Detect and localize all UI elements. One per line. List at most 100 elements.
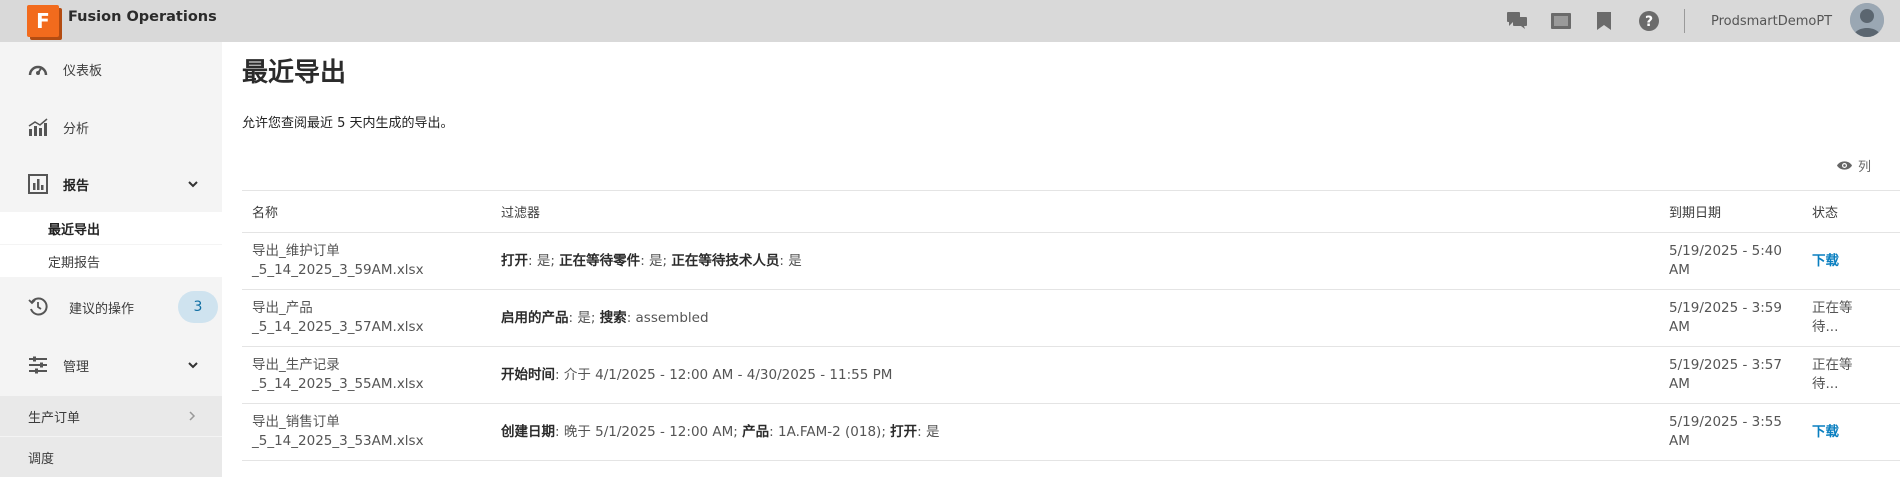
sidebar-subitem-production-orders[interactable]: 生产订单 [0,396,222,436]
card-icon[interactable] [1550,10,1572,32]
column-header-filters[interactable]: 过滤器 [491,190,1659,233]
filter-key: 开始时间 [501,366,555,383]
filter-key: 正在等待零件 [559,252,641,269]
columns-button-label: 列 [1858,160,1872,175]
suggested-actions-count-badge: 3 [178,291,218,323]
export-name-cell: 导出_生产记录 _5_14_2025_3_55AM.xlsx [242,346,491,404]
status-cell: 下载 [1802,403,1900,461]
export-name-line: _5_14_2025_3_53AM.xlsx [252,433,424,449]
sidebar-subitem-label: 调度 [28,451,55,467]
sidebar-item-label: 建议的操作 [69,301,135,317]
column-header-name[interactable]: 名称 [242,190,491,233]
due-date-line: 5/19/2025 - 3:57 [1669,357,1782,373]
history-icon [27,296,49,318]
due-date-cell: 5/19/2025 - 5:40 AM [1659,232,1802,290]
app-logo[interactable]: F [27,5,59,37]
toolbar-divider [1684,9,1685,33]
status-cell: 正在等待... [1802,346,1900,404]
table-row: 导出_维护订单 _5_14_2025_3_59AM.xlsx 打开: 是; 正在… [242,232,1900,290]
status-pending-text: 正在等待... [1812,300,1853,335]
filter-key: 打开 [890,423,918,440]
filter-key: 产品 [742,423,770,440]
sidebar-item-label: 管理 [63,359,90,375]
table-row: 导出_生产记录 _5_14_2025_3_55AM.xlsx 开始时间: 介于 … [242,346,1900,404]
export-name-line: 导出_销售订单 [252,414,340,430]
filter-value: : 是 [779,252,802,269]
due-date-cell: 5/19/2025 - 3:57 AM [1659,346,1802,404]
filter-key: 搜索 [599,309,627,326]
sidebar-subitem-recent-exports[interactable]: 最近导出 [0,212,222,244]
due-date-cell: 5/19/2025 - 3:59 AM [1659,289,1802,347]
filter-key: 启用的产品 [501,309,569,326]
app-title[interactable]: Fusion Operations [68,9,217,25]
filter-value: : 是; [528,252,560,269]
sidebar-subitem-scheduled-reports[interactable]: 定期报告 [0,245,222,277]
filters-cell: 创建日期: 晚于 5/1/2025 - 12:00 AM; 产品: 1A.FAM… [491,403,1659,461]
download-link[interactable]: 下载 [1812,424,1839,440]
filter-value: : 是; [640,252,672,269]
filter-value: : 介于 4/1/2025 - 12:00 AM - 4/30/2025 - 1… [555,366,893,383]
export-name-line: 导出_维护订单 [252,243,340,259]
sidebar-subitem-label: 最近导出 [48,222,101,238]
chevron-down-icon [188,362,198,369]
status-pending-text: 正在等待... [1812,357,1853,392]
export-name-line: 导出_产品 [252,300,313,316]
filter-key: 正在等待技术人员 [671,252,780,269]
due-date-cell: 5/19/2025 - 3:55 AM [1659,403,1802,461]
sidebar-item-label: 仪表板 [63,63,103,79]
sidebar-subitem-scheduling[interactable]: 调度 [0,437,222,477]
due-date-line: 5/19/2025 - 3:55 [1669,414,1782,430]
filters-cell: 启用的产品: 是; 搜索: assembled [491,289,1659,347]
sidebar-item-manage[interactable]: 管理 [0,345,222,385]
eye-icon [1837,161,1852,170]
analytics-icon [27,116,49,138]
sidebar: 仪表板 分析 报告 最近导出 定期报告 建议的操作 3 管理 生产订单 调度 [0,42,222,477]
user-name[interactable]: ProdsmartDemoPT [1711,14,1832,29]
filter-value: : assembled [626,309,709,326]
sidebar-item-reports[interactable]: 报告 [0,164,222,204]
download-link[interactable]: 下载 [1812,253,1839,269]
chat-icon[interactable] [1506,10,1528,32]
status-cell: 正在等待... [1802,289,1900,347]
status-cell: 下载 [1802,232,1900,290]
columns-button[interactable]: 列 [1836,156,1871,175]
export-name-line: _5_14_2025_3_55AM.xlsx [252,376,424,392]
sidebar-item-label: 报告 [63,178,90,194]
export-name-line: _5_14_2025_3_59AM.xlsx [252,262,424,278]
export-name-cell: 导出_维护订单 _5_14_2025_3_59AM.xlsx [242,232,491,290]
chevron-right-icon [189,411,196,421]
table-header-row: 名称 过滤器 到期日期 状态 [242,190,1900,233]
svg-text:?: ? [1645,14,1653,30]
gauge-icon [27,58,49,80]
top-bar: F Fusion Operations ? ProdsmartDemoPT [0,0,1900,42]
report-icon [27,173,49,195]
due-date-line: 5/19/2025 - 5:40 [1669,243,1782,259]
page-description: 允许您查阅最近 5 天内生成的导出。 [242,116,454,131]
export-name-cell: 导出_销售订单 _5_14_2025_3_53AM.xlsx [242,403,491,461]
column-header-due-date[interactable]: 到期日期 [1659,190,1802,233]
due-date-line: AM [1669,376,1690,392]
sliders-icon [27,354,49,376]
export-name-line: _5_14_2025_3_57AM.xlsx [252,319,424,335]
bookmark-icon[interactable] [1593,10,1615,32]
page-title: 最近导出 [242,58,347,88]
sidebar-item-suggested-actions[interactable]: 建议的操作 3 [0,287,222,327]
filter-value: : 是; [568,309,600,326]
avatar[interactable] [1850,3,1884,37]
help-icon[interactable]: ? [1638,10,1660,32]
sidebar-item-analytics[interactable]: 分析 [0,107,222,147]
table-row: 导出_产品 _5_14_2025_3_57AM.xlsx 启用的产品: 是; 搜… [242,289,1900,347]
due-date-line: 5/19/2025 - 3:59 [1669,300,1782,316]
sidebar-item-dashboard[interactable]: 仪表板 [0,49,222,89]
sidebar-item-label: 分析 [63,121,90,137]
due-date-line: AM [1669,262,1690,278]
sidebar-subitem-label: 定期报告 [48,255,101,271]
chevron-down-icon [188,181,198,188]
filter-value: : 1A.FAM-2 (018); [769,423,891,440]
filter-key: 创建日期 [501,423,555,440]
filter-value: : 是 [917,423,940,440]
filters-cell: 打开: 是; 正在等待零件: 是; 正在等待技术人员: 是 [491,232,1659,290]
column-header-status[interactable]: 状态 [1802,190,1900,233]
sidebar-subitem-label: 生产订单 [28,410,81,426]
due-date-line: AM [1669,433,1690,449]
